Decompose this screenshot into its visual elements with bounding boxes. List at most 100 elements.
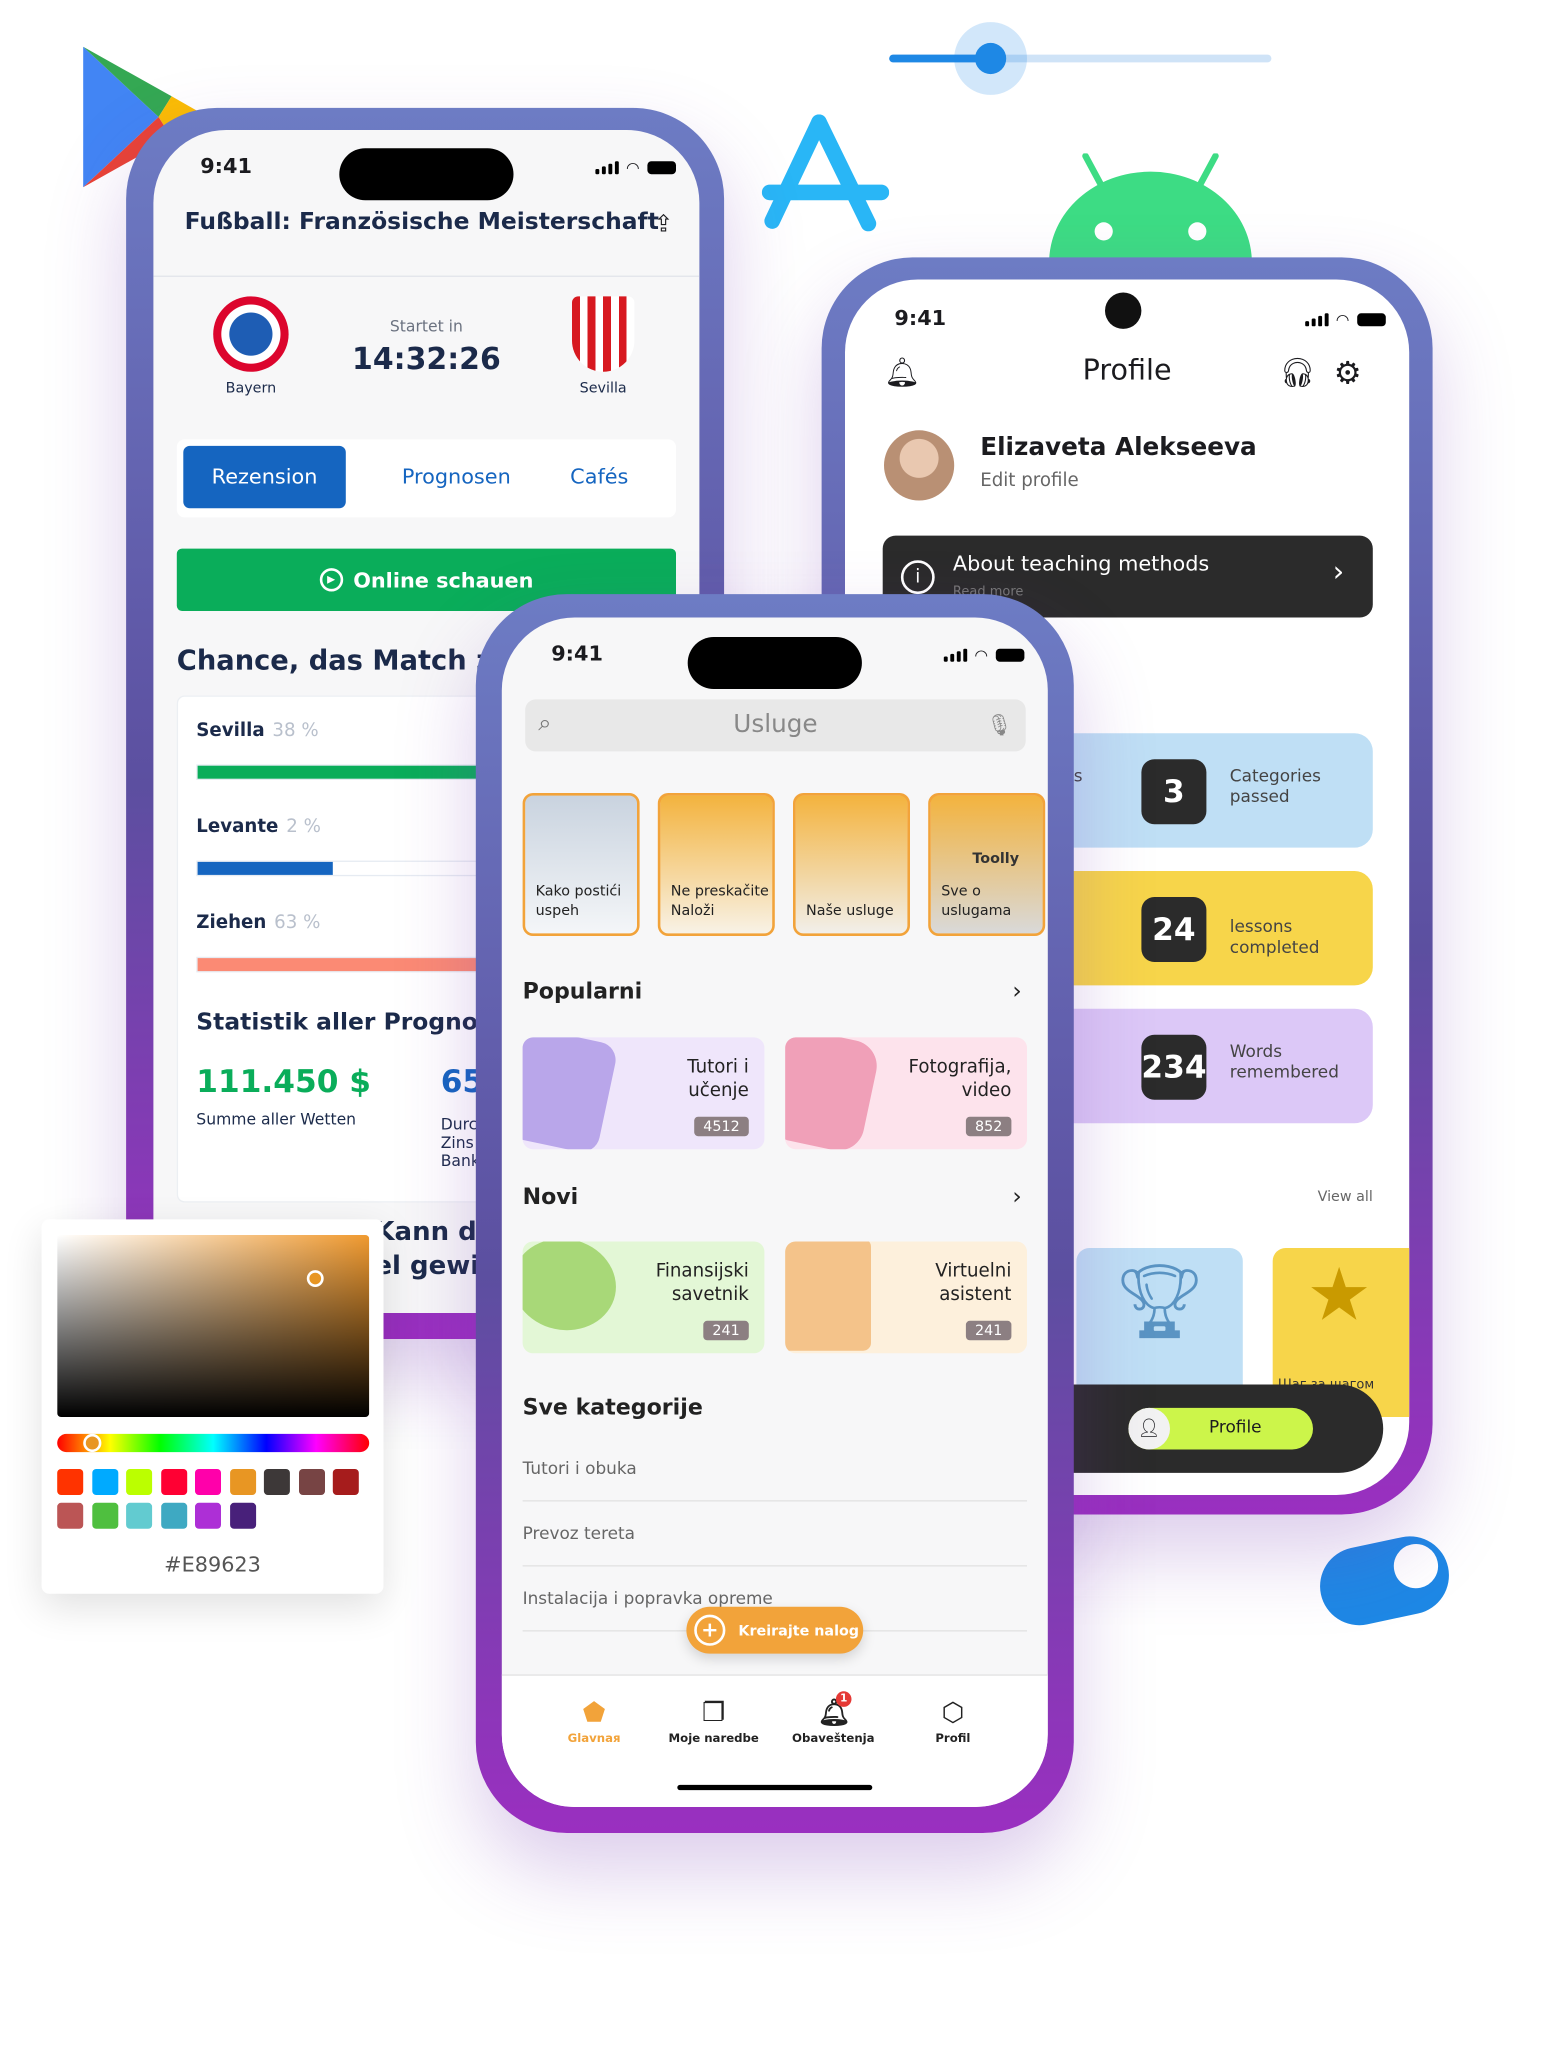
status-time: 9:41 <box>551 640 603 666</box>
orders-icon: ❐ <box>702 1696 726 1728</box>
dynamic-island <box>339 148 514 201</box>
color-swatch[interactable] <box>263 1469 290 1495</box>
category-item[interactable]: Prevoz tereta <box>522 1502 1027 1567</box>
bell-icon: 🔔︎ 1 <box>817 1691 852 1728</box>
chevron-right-icon[interactable]: › <box>1012 1183 1021 1210</box>
slider[interactable] <box>889 22 1272 95</box>
home-team-name: Bayern <box>225 379 277 397</box>
odds-bar-levante <box>196 860 522 877</box>
microphone-icon[interactable]: 🎙︎ <box>986 712 1012 737</box>
tab-rezension[interactable]: Rezension <box>183 445 346 509</box>
tab-cafes[interactable]: Cafés <box>547 446 651 508</box>
chevron-right-icon[interactable]: › <box>1012 978 1021 1005</box>
nav-profile[interactable]: ⬡ Profil <box>893 1696 1013 1745</box>
color-swatch[interactable] <box>57 1502 84 1529</box>
nav-notifications[interactable]: 🔔︎ 1 Obaveštenja <box>774 1691 894 1746</box>
color-swatch[interactable] <box>229 1502 256 1529</box>
play-icon: ▶ <box>319 568 343 592</box>
color-swatch[interactable] <box>57 1469 84 1495</box>
color-swatch[interactable] <box>195 1502 221 1529</box>
new-title: Novi <box>522 1184 579 1211</box>
toggle-knob <box>1385 1535 1447 1597</box>
user-name: Elizaveta Alekseeva <box>980 432 1257 462</box>
status-icons: ◠ <box>594 158 676 177</box>
total-bets-label: Summe aller Wetten <box>196 1110 357 1129</box>
category-card[interactable]: Tutori i učenje 4512 <box>522 1037 765 1150</box>
chevron-right-icon: › <box>1332 556 1345 589</box>
banner-title: About teaching methods <box>952 551 1210 576</box>
stat-lessons: 24 lessons completed <box>1040 870 1373 986</box>
create-account-button[interactable]: + Kreirajte nalog <box>686 1606 864 1654</box>
stat-words: 234 Words remembered <box>1040 1008 1373 1124</box>
swatch-grid <box>57 1469 369 1529</box>
color-swatch[interactable] <box>126 1502 153 1529</box>
android-icon <box>1049 153 1252 263</box>
second-stat-label: Durc Zins Bank <box>440 1115 480 1170</box>
toolly-logo: Toolly <box>972 850 1020 868</box>
color-swatch[interactable] <box>195 1469 221 1495</box>
nav-orders[interactable]: ❐ Moje naredbe <box>654 1696 774 1745</box>
story-card[interactable]: Ne preskačite Naloži <box>657 793 775 936</box>
nav-home[interactable]: ⬟ Glavnaя <box>534 1696 654 1745</box>
user-icon: 👤︎ <box>1128 1407 1170 1450</box>
hex-value[interactable]: #E89623 <box>42 1552 384 1577</box>
create-account-label: Kreirajte nalog <box>738 1621 860 1639</box>
status-icons: ◠ <box>943 646 1025 664</box>
color-swatch[interactable] <box>91 1469 118 1495</box>
stat-categories: 3 Categories passed s <box>1040 733 1373 848</box>
plus-icon: + <box>694 1614 726 1646</box>
story-card[interactable]: Naše usluge <box>793 793 910 936</box>
tab-prognosen[interactable]: Prognosen <box>372 446 541 508</box>
odds-bar-ziehen <box>196 956 522 973</box>
tab-bar: Rezension Prognosen Cafés <box>176 439 676 518</box>
slider-handle[interactable] <box>954 22 1027 95</box>
category-card[interactable]: Virtuelni asistent 241 <box>785 1241 1027 1354</box>
story-card[interactable]: Toolly Sve o uslugama <box>928 793 1046 936</box>
wifi-icon: ◠ <box>625 158 640 177</box>
share-icon[interactable]: ⇪ <box>654 211 674 238</box>
divider <box>153 275 700 277</box>
nav-profile-label: Profile <box>1209 1418 1262 1438</box>
odds-bar-sevilla <box>196 764 522 780</box>
category-card[interactable]: Fotografija, video 852 <box>785 1037 1027 1150</box>
services-screen: 9:41 ◠ ⌕ Usluge 🎙︎ Kako postići uspeh Ne… <box>501 617 1048 1807</box>
edit-profile-link[interactable]: Edit profile <box>980 471 1079 492</box>
color-swatch[interactable] <box>332 1469 359 1495</box>
hue-handle[interactable] <box>83 1433 102 1453</box>
camera-icon <box>1105 292 1142 329</box>
story-card[interactable]: Kako postići uspeh <box>522 793 640 936</box>
search-input[interactable]: ⌕ Usluge 🎙︎ <box>525 699 1026 752</box>
status-time: 9:41 <box>894 305 947 331</box>
watch-online-label: Online schauen <box>353 567 534 593</box>
popular-title: Popularni <box>522 978 643 1005</box>
avatar[interactable] <box>883 430 955 501</box>
view-all-link[interactable]: View all <box>1318 1188 1373 1205</box>
category-card[interactable]: Finansijski savetnik 241 <box>522 1241 765 1354</box>
headphones-icon[interactable]: 🎧︎ <box>1279 358 1315 391</box>
home-team[interactable]: Bayern <box>199 296 303 397</box>
color-swatch[interactable] <box>126 1469 153 1495</box>
bottom-nav: ⬟ Glavnaя ❐ Moje naredbe 🔔︎ 1 Obaveštenja ⬡ P… <box>501 1674 1048 1807</box>
color-swatch[interactable] <box>229 1469 256 1495</box>
chance-title: Chance, das Match zu <box>176 644 512 676</box>
away-team[interactable]: Sevilla <box>551 296 655 397</box>
home-indicator <box>677 1784 873 1791</box>
hue-slider[interactable] <box>57 1433 370 1453</box>
color-swatch[interactable] <box>160 1469 187 1495</box>
saturation-area[interactable] <box>57 1235 370 1417</box>
app-store-icon <box>761 114 890 232</box>
color-swatch[interactable] <box>91 1502 118 1529</box>
star-trophy-icon: ★ <box>1306 1253 1372 1338</box>
color-swatch[interactable] <box>298 1469 325 1495</box>
odds-sevilla: Sevilla 38 % <box>196 720 319 741</box>
color-handle[interactable] <box>306 1270 324 1287</box>
home-icon: ⬟ <box>582 1696 606 1728</box>
match-timer: 14:32:26 <box>352 343 501 377</box>
toggle-switch[interactable] <box>1312 1529 1457 1633</box>
color-swatch[interactable] <box>160 1502 187 1529</box>
search-placeholder: Usluge <box>733 709 818 739</box>
nav-profile[interactable]: 👤︎ Profile <box>1128 1407 1313 1450</box>
gear-icon[interactable]: ⚙ <box>1334 355 1362 391</box>
profile-icon: ⬡ <box>941 1696 965 1728</box>
category-item[interactable]: Tutori i obuka <box>522 1437 1027 1502</box>
